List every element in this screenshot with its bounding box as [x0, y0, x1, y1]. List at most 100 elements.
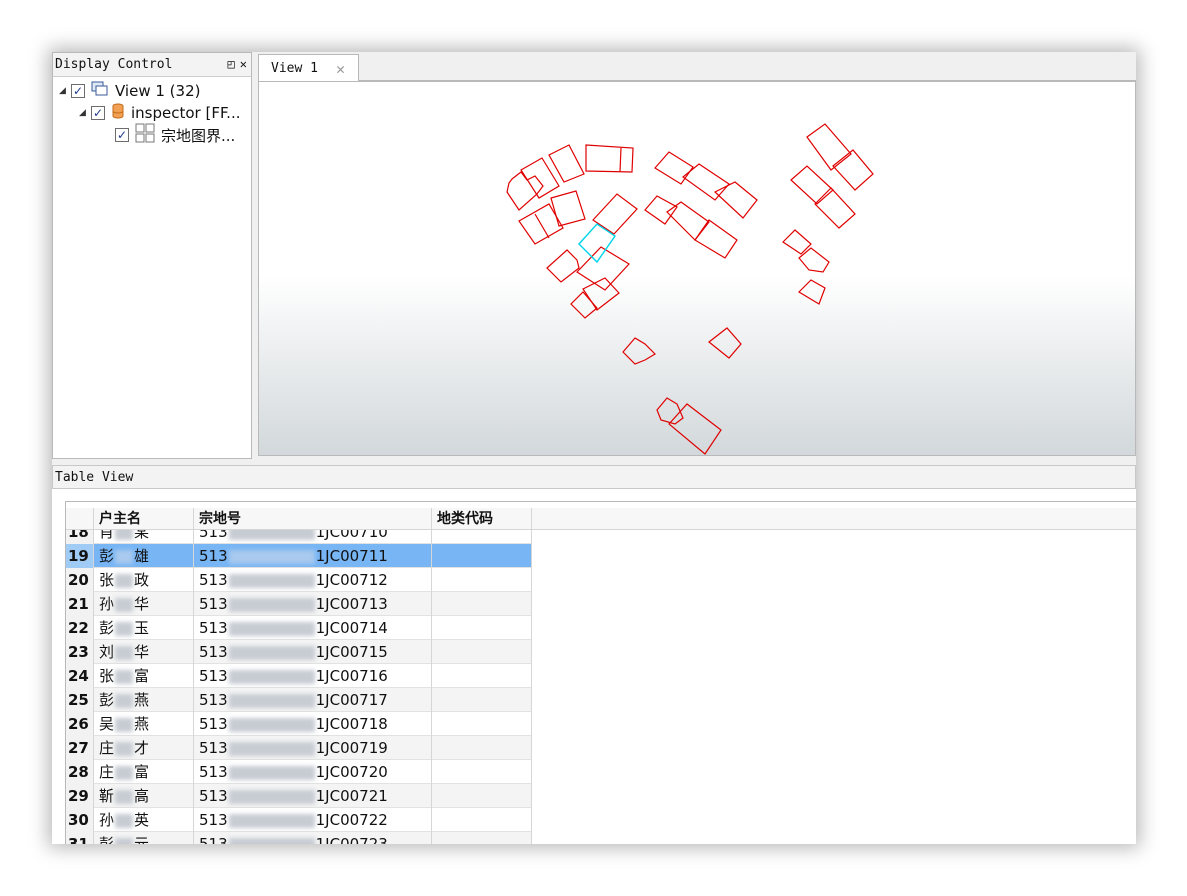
parcel-no-suffix: 1JC00718 [315, 715, 388, 733]
owner-name-start: 孙 [99, 595, 115, 613]
tab-close-icon[interactable]: ✕ [336, 60, 345, 78]
cell-parcel-no[interactable]: 513 1JC00713 [194, 592, 432, 616]
cell-owner-name[interactable]: 庄富 [94, 760, 194, 784]
cell-land-code[interactable] [432, 808, 532, 832]
display-control-title: Display Control [55, 57, 173, 72]
cell-land-code[interactable] [432, 760, 532, 784]
table-row[interactable]: 31 彭元 513 1JC00723 [66, 832, 532, 844]
table-row[interactable]: 30 孙英 513 1JC00722 [66, 808, 532, 832]
parcel-no-prefix: 513 [199, 643, 228, 661]
cell-land-code[interactable] [432, 544, 532, 568]
cell-parcel-no[interactable]: 513 1JC00711 [194, 544, 432, 568]
row-number[interactable]: 23 [66, 640, 94, 664]
tree-item-parcel-layer[interactable]: ✓ 宗地图界... [115, 123, 235, 145]
cell-owner-name[interactable]: 靳高 [94, 784, 194, 808]
cell-owner-name[interactable]: 彭雄 [94, 544, 194, 568]
row-number[interactable]: 19 [66, 544, 94, 568]
cell-land-code[interactable] [432, 664, 532, 688]
row-number[interactable]: 30 [66, 808, 94, 832]
cell-owner-name[interactable]: 吴燕 [94, 712, 194, 736]
tab-view1[interactable]: View 1 ✕ [258, 54, 359, 82]
table-row[interactable]: 24 张富 513 1JC00716 [66, 664, 532, 688]
cell-land-code[interactable] [432, 616, 532, 640]
cell-owner-name[interactable]: 庄才 [94, 736, 194, 760]
cell-owner-name[interactable]: 张政 [94, 568, 194, 592]
checkbox-parcel-layer[interactable]: ✓ [115, 128, 129, 142]
cell-land-code[interactable] [432, 688, 532, 712]
cell-owner-name[interactable]: 孙华 [94, 592, 194, 616]
column-header-parcel-no[interactable]: 宗地号 [194, 508, 432, 530]
cell-land-code[interactable] [432, 568, 532, 592]
close-icon[interactable]: ✕ [240, 57, 247, 71]
cell-parcel-no[interactable]: 513 1JC00723 [194, 832, 432, 844]
view-icon [91, 81, 109, 101]
cell-parcel-no[interactable]: 513 1JC00717 [194, 688, 432, 712]
cell-parcel-no[interactable]: 513 1JC00719 [194, 736, 432, 760]
checkbox-inspector[interactable]: ✓ [91, 106, 105, 120]
cell-land-code[interactable] [432, 640, 532, 664]
cell-land-code[interactable] [432, 784, 532, 808]
row-number[interactable]: 29 [66, 784, 94, 808]
row-number[interactable]: 31 [66, 832, 94, 844]
row-number[interactable]: 20 [66, 568, 94, 592]
cell-owner-name[interactable]: 彭玉 [94, 616, 194, 640]
expand-triangle-icon[interactable]: ◢ [59, 86, 71, 96]
owner-name-start: 张 [99, 571, 115, 589]
column-header-land-code[interactable]: 地类代码 [432, 508, 532, 530]
row-number-text: 27 [68, 739, 89, 757]
table-row[interactable]: 22 彭玉 513 1JC00714 [66, 616, 532, 640]
row-number[interactable]: 22 [66, 616, 94, 640]
cell-land-code[interactable] [432, 736, 532, 760]
cell-land-code[interactable] [432, 832, 532, 844]
cell-owner-name[interactable]: 刘华 [94, 640, 194, 664]
table-row[interactable]: 21 孙华 513 1JC00713 [66, 592, 532, 616]
column-header-owner[interactable]: 户主名 [94, 508, 194, 530]
parcel-polygon [622, 337, 656, 365]
tree-item-inspector[interactable]: ◢ ✓ inspector [FF... [79, 103, 240, 123]
table-row[interactable]: 19 彭雄 513 1JC00711 [66, 544, 532, 568]
cell-parcel-no[interactable]: 513 1JC00718 [194, 712, 432, 736]
cell-owner-name[interactable]: 孙英 [94, 808, 194, 832]
map-canvas[interactable] [258, 81, 1136, 456]
cell-land-code[interactable] [432, 592, 532, 616]
attribute-table[interactable]: 18 肖某 513 1JC00710 19 彭雄 513 1JC00711 20 张政 513 1JC… [65, 501, 1136, 844]
redacted-blur [115, 597, 134, 612]
redacted-blur [115, 765, 134, 780]
cell-owner-name[interactable]: 张富 [94, 664, 194, 688]
row-number-text: 24 [68, 667, 89, 685]
row-number[interactable]: 28 [66, 760, 94, 784]
tree-item-view1[interactable]: ◢ ✓ View 1 (32) [59, 81, 200, 101]
row-number[interactable]: 21 [66, 592, 94, 616]
cell-owner-name[interactable]: 彭元 [94, 832, 194, 844]
cell-parcel-no[interactable]: 513 1JC00721 [194, 784, 432, 808]
table-row[interactable]: 27 庄才 513 1JC00719 [66, 736, 532, 760]
owner-name-start: 孙 [99, 811, 115, 829]
table-row[interactable]: 23 刘华 513 1JC00715 [66, 640, 532, 664]
expand-triangle-icon[interactable]: ◢ [79, 108, 91, 118]
table-row[interactable]: 28 庄富 513 1JC00720 [66, 760, 532, 784]
parcel-polygon [585, 144, 634, 173]
restore-icon[interactable]: ◰ [228, 57, 235, 71]
table-row[interactable]: 25 彭燕 513 1JC00717 [66, 688, 532, 712]
cell-land-code[interactable] [432, 712, 532, 736]
row-number[interactable]: 24 [66, 664, 94, 688]
row-number[interactable]: 25 [66, 688, 94, 712]
cell-parcel-no[interactable]: 513 1JC00722 [194, 808, 432, 832]
parcel-no-prefix: 513 [199, 619, 228, 637]
parcel-polygon [592, 193, 638, 235]
row-number[interactable]: 27 [66, 736, 94, 760]
table-row[interactable]: 26 吴燕 513 1JC00718 [66, 712, 532, 736]
owner-name-end: 华 [134, 595, 150, 613]
cell-owner-name[interactable]: 彭燕 [94, 688, 194, 712]
checkbox-view1[interactable]: ✓ [71, 84, 85, 98]
cell-parcel-no[interactable]: 513 1JC00720 [194, 760, 432, 784]
owner-name-start: 彭 [99, 691, 115, 709]
table-row[interactable]: 29 靳高 513 1JC00721 [66, 784, 532, 808]
cell-parcel-no[interactable]: 513 1JC00716 [194, 664, 432, 688]
cell-parcel-no[interactable]: 513 1JC00715 [194, 640, 432, 664]
cell-parcel-no[interactable]: 513 1JC00712 [194, 568, 432, 592]
redacted-blur [115, 717, 134, 732]
row-number[interactable]: 26 [66, 712, 94, 736]
cell-parcel-no[interactable]: 513 1JC00714 [194, 616, 432, 640]
table-row[interactable]: 20 张政 513 1JC00712 [66, 568, 532, 592]
